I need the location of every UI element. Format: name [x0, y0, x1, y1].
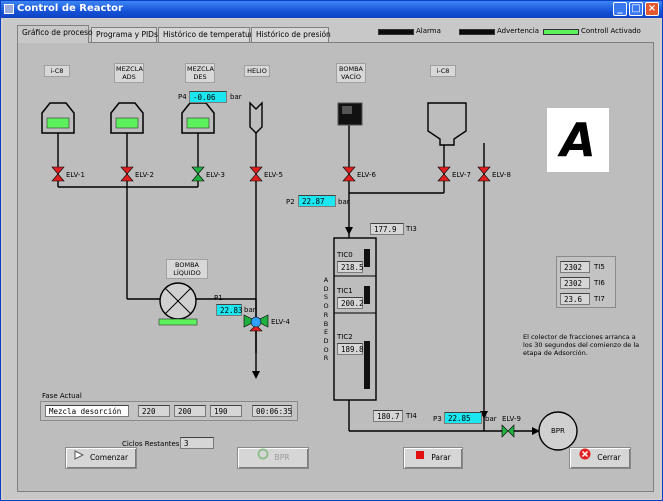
- pump-label: BOMBA LÍQUIDO: [166, 259, 208, 279]
- phase-title: Fase Actual: [42, 392, 82, 400]
- p2-label: P2: [286, 198, 295, 206]
- stop-button[interactable]: Parar: [403, 447, 463, 469]
- control-led: [543, 29, 579, 35]
- bpr-button-label: BPR: [274, 453, 290, 462]
- phase-value-3: 190: [210, 405, 242, 417]
- valve-label-elv5: ELV-5: [264, 171, 283, 179]
- p2-unit: bar: [338, 198, 350, 206]
- source-label-mezcla-ads: MEZCLA ADS: [114, 63, 144, 83]
- legend-advertencia: Advertencia: [497, 27, 540, 35]
- bpr-button[interactable]: BPR: [237, 447, 309, 469]
- play-icon: [74, 448, 85, 468]
- source-label-ic8-2: i-C8: [430, 65, 456, 77]
- p3-label: P3: [433, 415, 442, 423]
- p1-value: 22.83: [216, 304, 243, 316]
- main-window: Control de Reactor _ □ × Gráfico de proc…: [0, 0, 663, 501]
- minimize-button[interactable]: _: [613, 2, 627, 16]
- tic2-label: TIC2: [337, 333, 353, 341]
- valve-label-elv4: ELV-4: [271, 318, 290, 326]
- advertencia-led: [459, 29, 495, 35]
- tab-historico-temperatura[interactable]: Histórico de temperatura: [158, 27, 257, 42]
- ti5-label: TI5: [594, 263, 605, 271]
- p1-label: P1: [214, 294, 223, 302]
- ti4-label: TI4: [406, 412, 417, 420]
- bpr-label: BPR: [551, 427, 565, 435]
- tab-historico-presion[interactable]: Histórico de presión: [251, 27, 331, 42]
- ti7-value: 23.6: [560, 293, 590, 305]
- close-app-button[interactable]: Cerrar: [569, 447, 631, 469]
- source-label-helio: HELIO: [244, 65, 270, 77]
- alarma-led: [378, 29, 414, 35]
- stop-icon: [415, 448, 425, 468]
- tic1-label: TIC1: [337, 287, 353, 295]
- cycles-value: 3: [180, 437, 214, 449]
- phase-value-1: 220: [138, 405, 170, 417]
- tic1-value: 200.2: [337, 297, 364, 309]
- valve-label-elv9: ELV-9: [502, 415, 521, 423]
- main-panel: Gráfico de proceso Programa y PIDs Histó…: [3, 19, 660, 499]
- p3-unit: bar: [485, 415, 497, 423]
- valve-label-elv7: ELV-7: [452, 171, 471, 179]
- ti5-value: 2302: [560, 261, 590, 273]
- p4-label: P4: [178, 93, 187, 101]
- phase-name-field: Mezcla desorción: [45, 405, 129, 417]
- recycle-icon: [257, 448, 269, 468]
- phase-time: 00:06:35: [252, 405, 292, 417]
- close-icon: [579, 448, 591, 468]
- phase-value-2: 200: [174, 405, 206, 417]
- start-button-label: Comenzar: [89, 453, 129, 462]
- tab-grafico-proceso[interactable]: Gráfico de proceso: [17, 25, 93, 43]
- valve-label-elv6: ELV-6: [357, 171, 376, 179]
- adsorbedor-label: A D S O R B E D O R: [323, 276, 331, 363]
- close-window-button[interactable]: ×: [645, 2, 659, 16]
- valve-label-elv2: ELV-2: [135, 171, 154, 179]
- legend-control: Controll Activado: [581, 27, 641, 35]
- ti7-label: TI7: [594, 295, 605, 303]
- ti3-label: TI3: [406, 225, 417, 233]
- ti4-value: 180.7: [373, 410, 403, 422]
- app-icon: [4, 4, 14, 14]
- p3-value: 22.85: [444, 412, 482, 424]
- reactor-logo: A: [547, 108, 609, 172]
- ti6-label: TI6: [594, 279, 605, 287]
- ti3-value: 177.9: [370, 223, 404, 235]
- p4-unit: bar: [230, 93, 242, 101]
- valve-label-elv8: ELV-8: [492, 171, 511, 179]
- valve-label-elv3: ELV-3: [206, 171, 225, 179]
- close-app-button-label: Cerrar: [597, 453, 621, 462]
- source-label-ic8-1: i-C8: [44, 65, 70, 77]
- tic0-value: 218.5: [337, 261, 364, 273]
- start-button[interactable]: Comenzar: [65, 447, 137, 469]
- tab-programa-pids[interactable]: Programa y PIDs: [91, 27, 158, 42]
- tic0-label: TIC0: [337, 251, 353, 259]
- legend-alarma: Alarma: [416, 27, 441, 35]
- collector-note: El colector de fracciones arranca a los …: [523, 333, 640, 357]
- title-bar[interactable]: Control de Reactor _ □ ×: [1, 1, 662, 18]
- source-label-mezcla-des: MEZCLA DES: [185, 63, 215, 83]
- p2-value: 22.87: [298, 195, 336, 207]
- process-diagram: i-C8 MEZCLA ADS MEZCLA DES HELIO BOMBA V…: [17, 42, 654, 492]
- ti6-value: 2302: [560, 277, 590, 289]
- source-label-bomba-vacio: BOMBA VACÍO: [336, 63, 366, 83]
- p1-unit: bar: [244, 306, 256, 314]
- tic2-value: 189.8: [337, 343, 364, 355]
- valve-label-elv1: ELV-1: [66, 171, 85, 179]
- p4-value: -0.06: [189, 91, 227, 103]
- stop-button-label: Parar: [431, 453, 451, 462]
- window-title: Control de Reactor: [17, 3, 123, 14]
- maximize-button[interactable]: □: [629, 2, 643, 16]
